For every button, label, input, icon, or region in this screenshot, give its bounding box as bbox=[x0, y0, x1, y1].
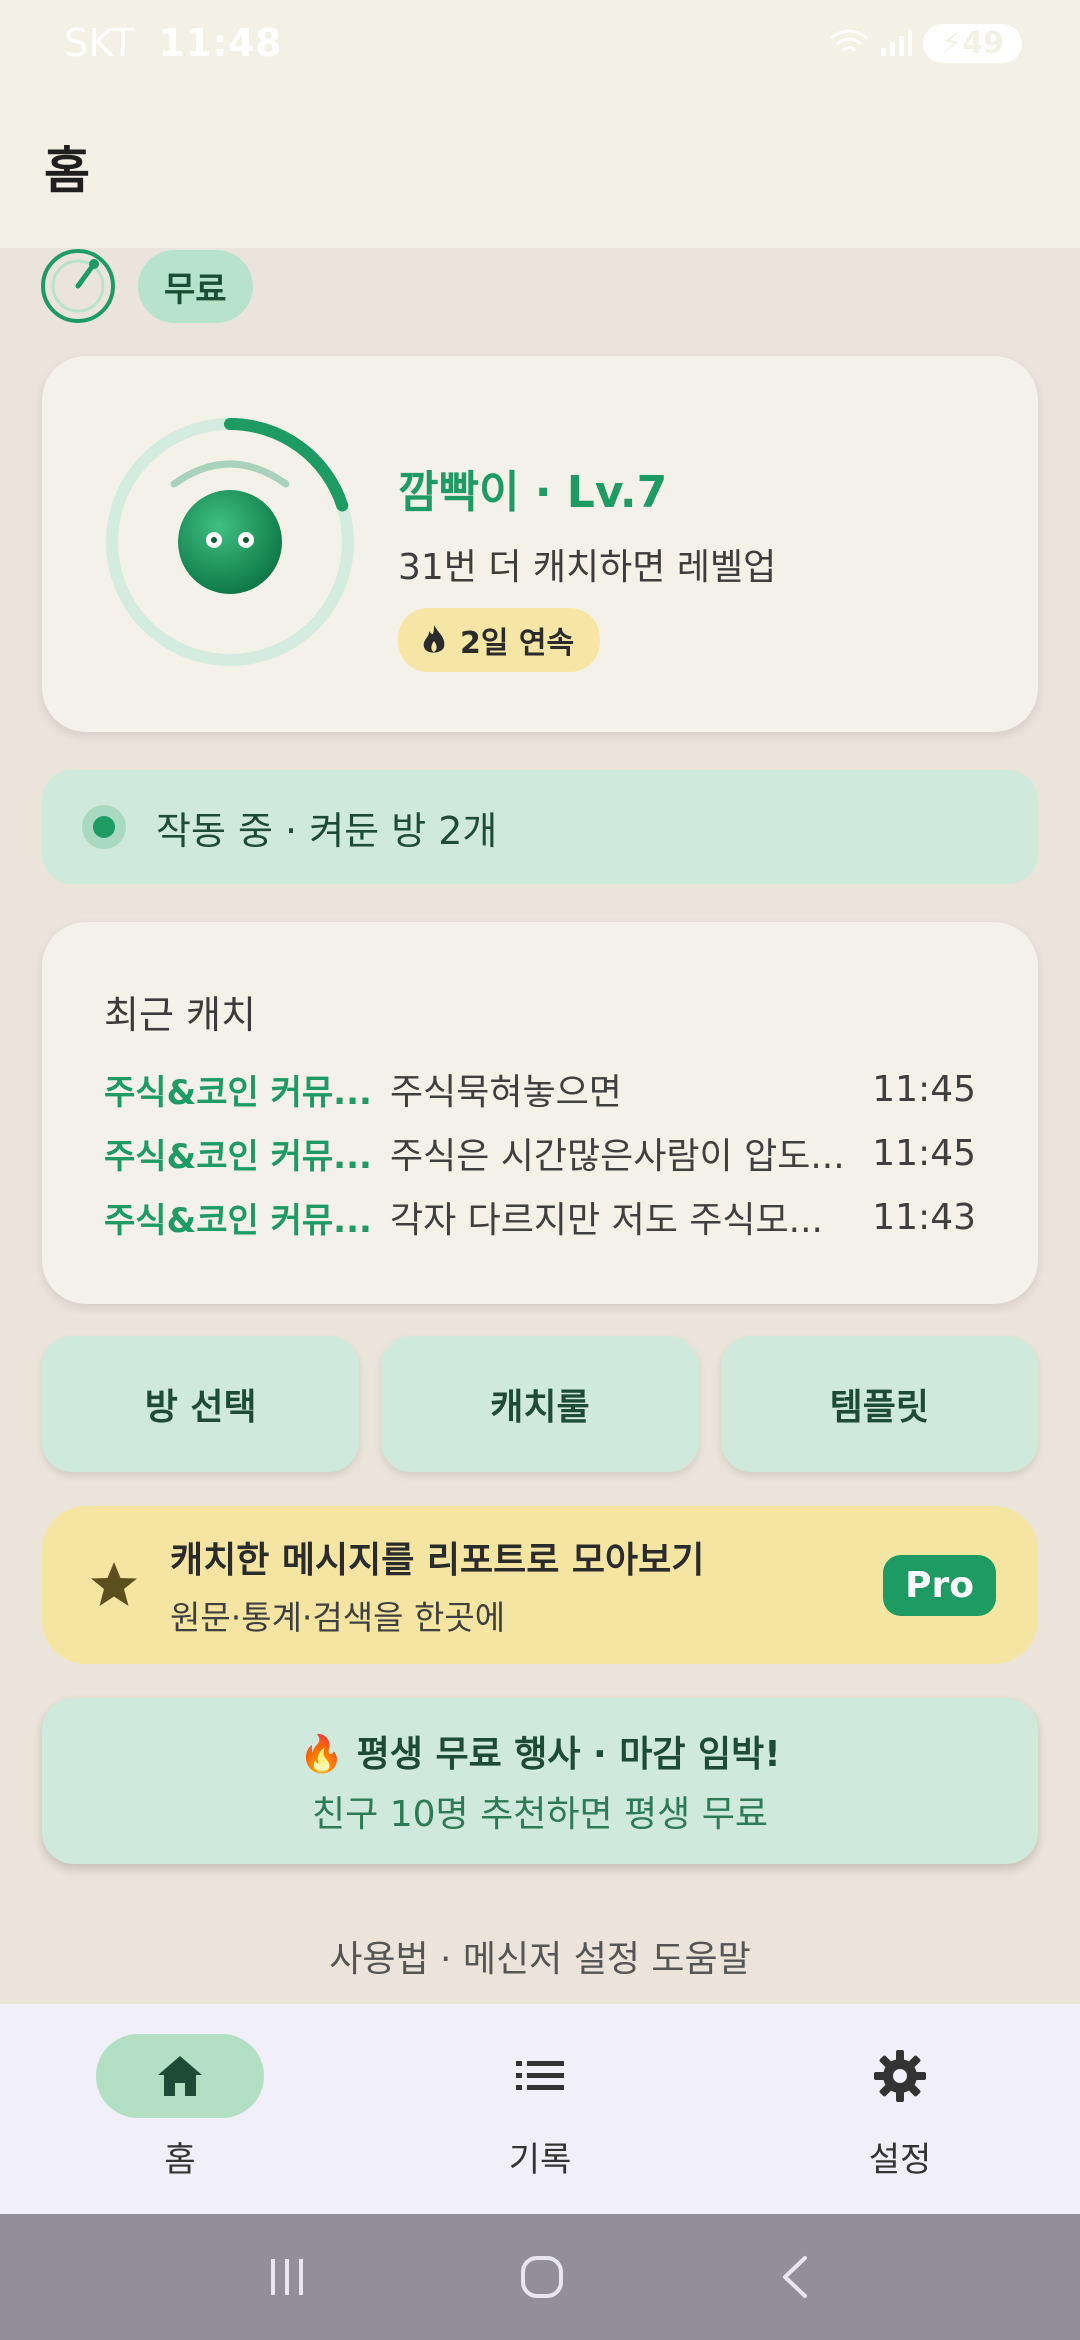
recent-apps-icon[interactable] bbox=[265, 2255, 309, 2299]
wifi-icon bbox=[830, 29, 869, 52]
recent-time: 11:43 bbox=[872, 1196, 976, 1238]
nav-label-settings: 설정 bbox=[868, 2140, 932, 2180]
app-bar: 홈 bbox=[0, 86, 1080, 248]
recent-time: 11:45 bbox=[872, 1068, 976, 1110]
battery-indicator: ⚡49 bbox=[923, 23, 1022, 63]
levelup-hint: 31번 더 캐치하면 레벨업 bbox=[398, 547, 777, 588]
bottom-nav: 홈 기록 설정 bbox=[0, 2004, 1080, 2214]
nav-item-history[interactable]: 기록 bbox=[360, 2004, 720, 2214]
clock: 11:48 bbox=[158, 21, 283, 65]
nav-item-home[interactable]: 홈 bbox=[0, 2004, 360, 2214]
page-title: 홈 bbox=[44, 142, 90, 200]
plan-chip[interactable]: 무료 bbox=[138, 249, 253, 323]
recent-catches-card: 최근 캐치 주식&코인 커뮤... 주식묵혀놓으면 11:45 주식&코인 커뮤… bbox=[42, 922, 1038, 1304]
home-button-icon[interactable] bbox=[519, 2254, 565, 2300]
recent-item[interactable]: 주식&코인 커뮤... 각자 다르지만 저도 주식모... 11:43 bbox=[104, 1185, 976, 1249]
room-select-button[interactable]: 방 선택 bbox=[42, 1336, 360, 1472]
lifetime-free-event-banner[interactable]: 🔥 평생 무료 행사 · 마감 임박! 친구 10명 추천하면 평생 무료 bbox=[42, 1698, 1038, 1864]
running-dot-icon bbox=[82, 805, 126, 849]
running-status[interactable]: 작동 중 · 켜둔 방 2개 bbox=[42, 770, 1038, 884]
pro-report-banner[interactable]: 캐치한 메시지를 리포트로 모아보기 원문·통계·검색을 한곳에 Pro bbox=[42, 1506, 1038, 1664]
system-nav-bar bbox=[0, 2214, 1080, 2340]
status-left: SKT 11:48 bbox=[64, 21, 282, 65]
recent-room: 주식&코인 커뮤... bbox=[104, 1136, 372, 1177]
gear-icon bbox=[874, 2050, 926, 2102]
pro-badge[interactable]: Pro bbox=[883, 1554, 996, 1616]
nav-item-settings[interactable]: 설정 bbox=[720, 2004, 1080, 2214]
carrier-label: SKT bbox=[64, 21, 135, 65]
help-link[interactable]: 사용법 · 메신저 설정 도움말 bbox=[0, 1930, 1080, 1982]
signal-icon bbox=[881, 30, 913, 56]
recent-time: 11:45 bbox=[872, 1132, 976, 1174]
profile-info: 깜빡이 · Lv.7 31번 더 캐치하면 레벨업 2일 연속 bbox=[398, 456, 776, 672]
catch-rules-button[interactable]: 캐치룰 bbox=[381, 1336, 699, 1472]
status-bar: SKT 11:48 ⚡49 bbox=[0, 0, 1080, 86]
recent-room: 주식&코인 커뮤... bbox=[104, 1072, 372, 1113]
recent-item[interactable]: 주식&코인 커뮤... 주식은 시간많은사람이 압도... 11:45 bbox=[104, 1121, 976, 1185]
pro-banner-title: 캐치한 메시지를 리포트로 모아보기 bbox=[170, 1540, 705, 1581]
flame-icon bbox=[423, 625, 445, 653]
recent-item[interactable]: 주식&코인 커뮤... 주식묵혀놓으면 11:45 bbox=[104, 1057, 976, 1121]
pro-banner-texts: 캐치한 메시지를 리포트로 모아보기 원문·통계·검색을 한곳에 bbox=[170, 1531, 883, 1639]
battery-level: 49 bbox=[962, 25, 1004, 61]
home-icon bbox=[158, 2056, 202, 2096]
star-icon bbox=[91, 1562, 137, 1606]
streak-label: 2일 연속 bbox=[460, 626, 575, 661]
nav-label-history: 기록 bbox=[508, 2140, 572, 2180]
nav-home-pill bbox=[96, 2034, 264, 2118]
plan-row: 무료 bbox=[40, 248, 253, 324]
nav-settings-pill bbox=[816, 2034, 984, 2118]
pro-banner-subtitle: 원문·통계·검색을 한곳에 bbox=[170, 1598, 506, 1637]
gauge-icon[interactable] bbox=[40, 248, 116, 324]
profile-card[interactable]: 깜빡이 · Lv.7 31번 더 캐치하면 레벨업 2일 연속 bbox=[42, 356, 1038, 732]
recent-message: 주식은 시간많은사람이 압도... bbox=[390, 1136, 845, 1177]
event-subtitle: 친구 10명 추천하면 평생 무료 bbox=[312, 1794, 768, 1835]
nav-label-home: 홈 bbox=[164, 2140, 196, 2180]
action-row: 방 선택 캐치룰 템플릿 bbox=[42, 1336, 1038, 1472]
status-right: ⚡49 bbox=[829, 23, 1022, 63]
templates-button[interactable]: 템플릿 bbox=[720, 1336, 1038, 1472]
level-ring bbox=[106, 418, 354, 666]
recent-message: 주식묵혀놓으면 bbox=[390, 1072, 622, 1113]
streak-badge: 2일 연속 bbox=[398, 608, 601, 672]
profile-name: 깜빡이 · Lv.7 bbox=[398, 467, 668, 518]
nav-history-pill bbox=[456, 2034, 624, 2118]
mascot-icon bbox=[178, 490, 282, 594]
list-icon bbox=[516, 2061, 564, 2090]
recent-room: 주식&코인 커뮤... bbox=[104, 1200, 372, 1241]
mascot-halo bbox=[170, 460, 290, 488]
recent-title: 최근 캐치 bbox=[104, 993, 256, 1037]
running-status-text: 작동 중 · 켜둔 방 2개 bbox=[156, 808, 498, 853]
event-title: 🔥 평생 무료 행사 · 마감 임박! bbox=[299, 1734, 781, 1775]
recent-message: 각자 다르지만 저도 주식모... bbox=[390, 1200, 823, 1241]
back-icon[interactable] bbox=[775, 2254, 815, 2300]
